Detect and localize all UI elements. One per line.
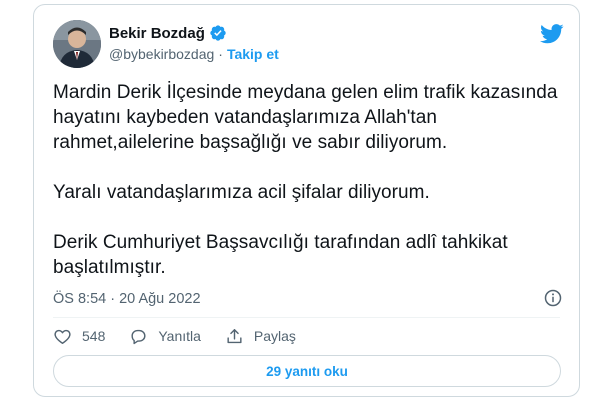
share-icon xyxy=(227,328,242,343)
like-button[interactable]: 548 xyxy=(53,327,105,346)
author-name[interactable]: Bekir Bozdağ xyxy=(109,25,205,42)
share-button[interactable]: Paylaş xyxy=(225,327,296,346)
twitter-bird-icon[interactable] xyxy=(540,24,564,44)
divider xyxy=(53,317,560,318)
verified-badge-icon xyxy=(210,25,226,41)
tweet-actions: 548 Yanıtla Paylaş xyxy=(53,323,320,349)
separator-dot: · xyxy=(218,46,223,62)
heart-icon xyxy=(54,329,71,344)
author-handle[interactable]: @bybekirbozdag xyxy=(109,46,214,62)
like-count: 548 xyxy=(82,328,106,344)
read-replies-button[interactable]: 29 yanıtı oku xyxy=(53,355,561,387)
follow-button[interactable]: Takip et xyxy=(227,46,279,62)
tweet-paragraph: Derik Cumhuriyet Başsavcılığı tarafından… xyxy=(53,232,508,278)
author-name-row: Bekir Bozdağ xyxy=(109,24,227,42)
info-icon[interactable] xyxy=(543,288,563,308)
tweet-paragraph: Mardin Derik İlçesinde meydana gelen eli… xyxy=(53,82,558,153)
tweet-meta-row: ÖS 8:54 · 20 Ağu 2022 xyxy=(53,289,563,309)
reply-icon xyxy=(131,329,146,344)
avatar-image xyxy=(53,20,101,68)
tweet-text: Mardin Derik İlçesinde meydana gelen eli… xyxy=(53,80,563,280)
reply-button[interactable]: Yanıtla xyxy=(129,327,201,346)
reply-label: Yanıtla xyxy=(158,328,201,344)
handle-row: @bybekirbozdag · Takip et xyxy=(109,46,279,62)
tweet-card: Bekir Bozdağ @bybekirbozdag · Takip et M… xyxy=(33,4,580,397)
tweet-timestamp[interactable]: ÖS 8:54 · 20 Ağu 2022 xyxy=(53,291,201,307)
tweet-paragraph: Yaralı vatandaşlarımıza acil şifalar dil… xyxy=(53,182,430,203)
avatar[interactable] xyxy=(53,20,101,68)
share-label: Paylaş xyxy=(253,328,296,344)
